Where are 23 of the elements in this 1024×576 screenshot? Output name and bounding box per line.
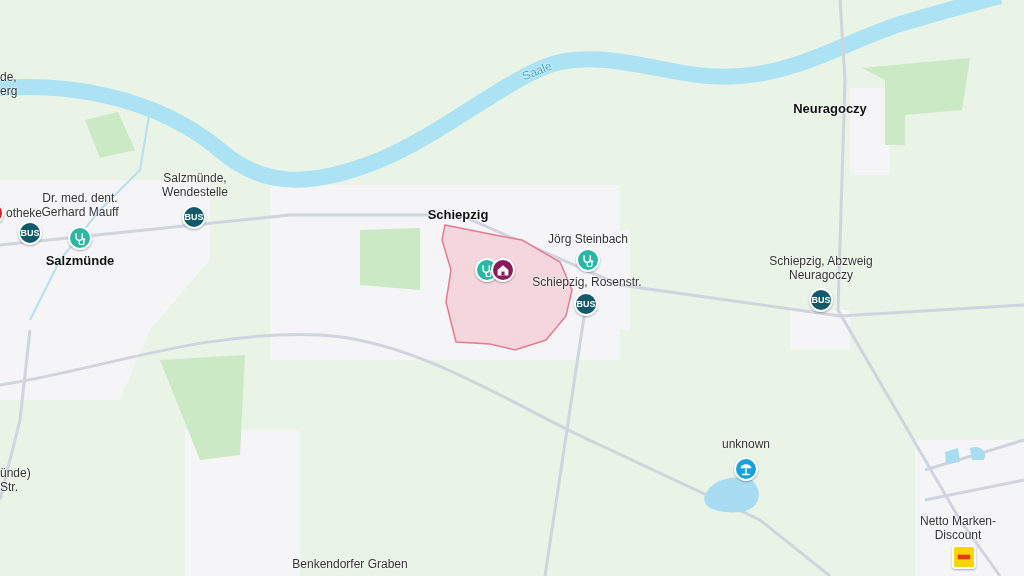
place-label: unknown (722, 437, 770, 451)
umbrella-icon (739, 462, 753, 476)
bus-stop-marker[interactable]: BUS (809, 288, 833, 312)
shop-marker[interactable] (952, 545, 976, 569)
place-label: Salzmünde, Wendestelle (162, 171, 228, 199)
stethoscope-icon (480, 263, 494, 277)
town-label: Schiepzig (427, 208, 489, 222)
river-label: Saale (520, 58, 554, 84)
place-label: otheke (6, 206, 43, 220)
place-label: ünde) Str. (0, 466, 31, 494)
town-label: Neuragoczy (793, 102, 867, 116)
place-label: Jörg Steinbach (547, 232, 629, 246)
house-icon (496, 263, 510, 277)
stream-label: Benkendorfer Graben (292, 557, 408, 571)
place-label: de, erg (0, 70, 18, 98)
place-label: Schiepzig, Rosenstr. (532, 275, 642, 289)
beach-marker[interactable] (734, 457, 758, 481)
place-label: Netto Marken- Discount (920, 514, 996, 542)
town-label: Salzmünde (45, 254, 115, 268)
stethoscope-icon (73, 231, 87, 245)
place-label: Schiepzig, Abzweig Neuragoczy (769, 254, 873, 282)
place-label: Dr. med. dent. Gerhard Mauff (41, 191, 119, 219)
stethoscope-icon (581, 253, 595, 267)
